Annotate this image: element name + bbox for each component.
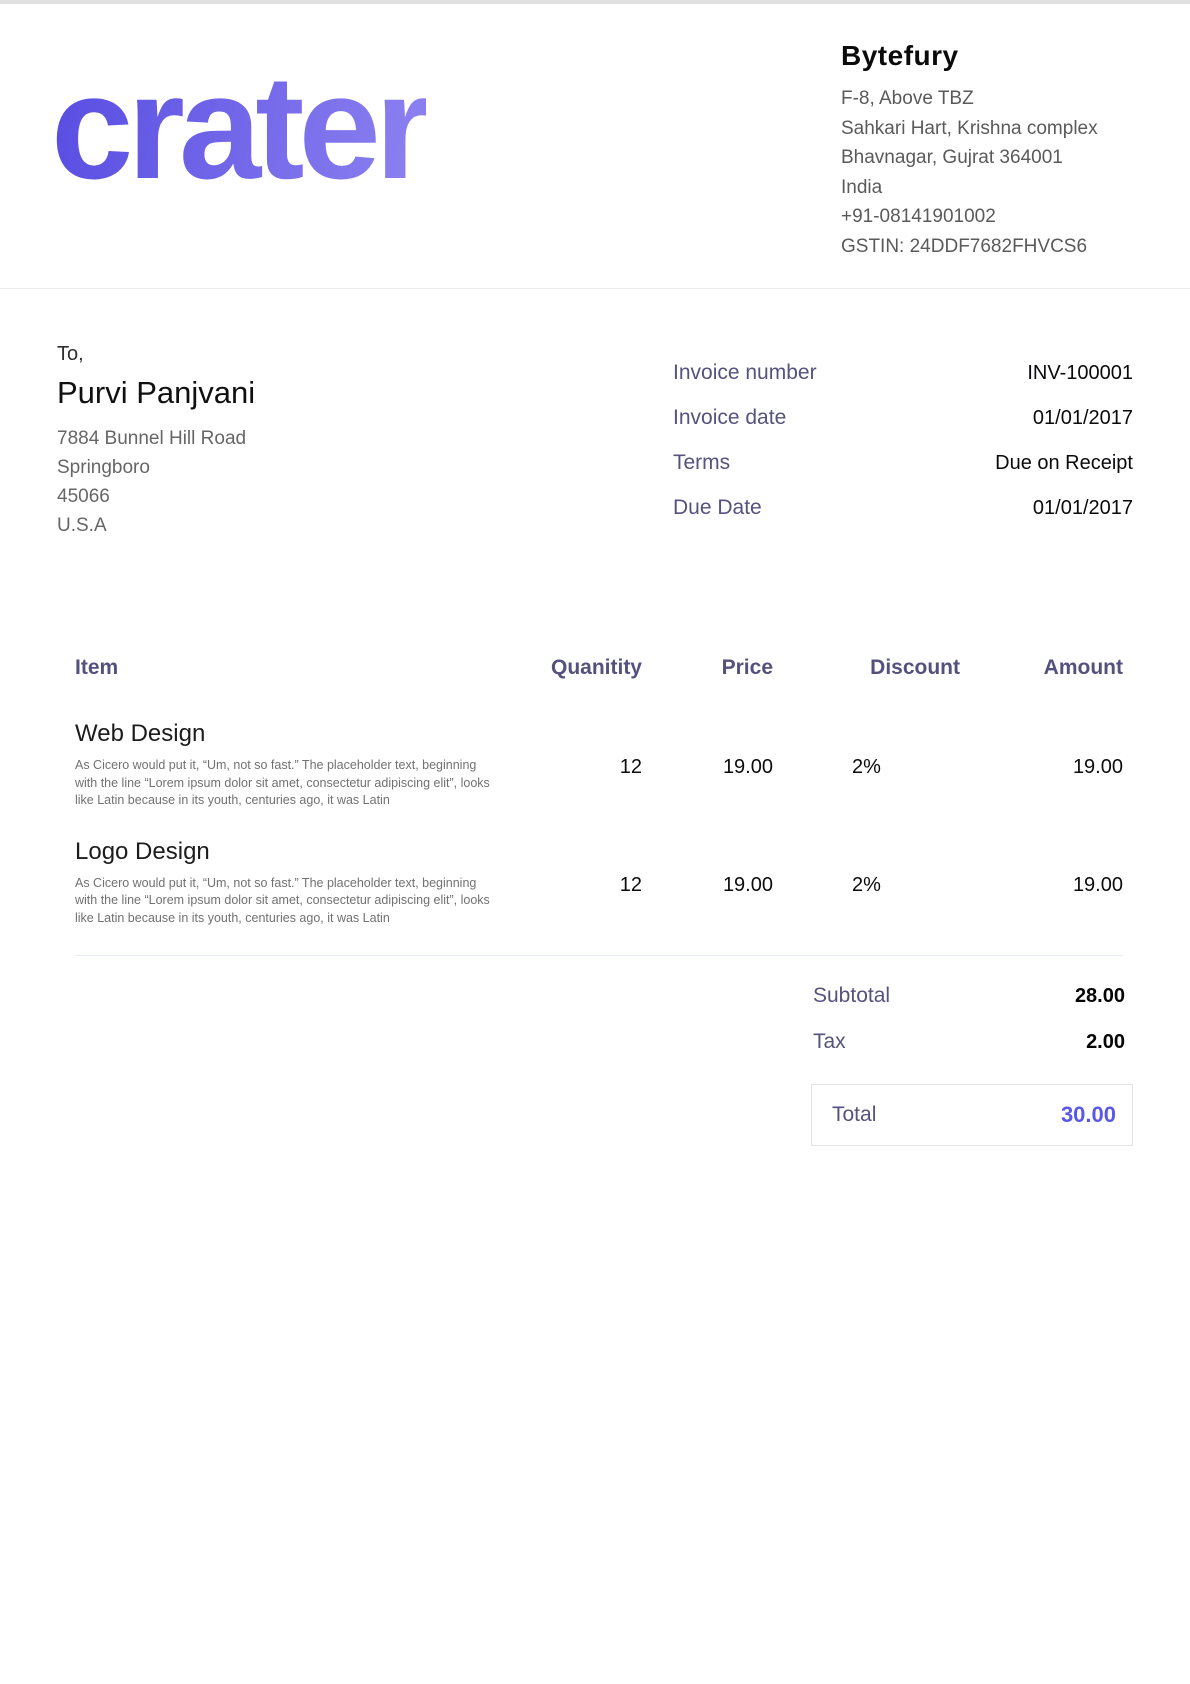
item-quantity: 12 [502, 720, 642, 810]
table-bottom-divider [75, 955, 1123, 956]
total-value: 30.00 [1061, 1102, 1116, 1128]
item-name: Logo Design [75, 838, 502, 866]
company-gstin: GSTIN: 24DDF7682FHVCS6 [841, 232, 1133, 262]
parties-section: To, Purvi Panjvani 7884 Bunnel Hill Road… [0, 289, 1190, 541]
due-date-value: 01/01/2017 [1033, 497, 1133, 520]
crater-logo-text: crater [51, 54, 426, 202]
subtotal-label: Subtotal [813, 984, 890, 1008]
items-table: Item Quanitity Price Discount Amount Web… [57, 656, 1133, 956]
item-discount: 2% [773, 838, 960, 928]
terms-label: Terms [673, 451, 730, 475]
invoice-date-label: Invoice date [673, 406, 786, 430]
due-date-label: Due Date [673, 496, 762, 520]
recipient-address-line: 7884 Bunnel Hill Road [57, 424, 255, 453]
invoice-date-value: 01/01/2017 [1033, 407, 1133, 430]
total-box: Total 30.00 [811, 1084, 1133, 1146]
subtotal-row: Subtotal 28.00 [813, 984, 1125, 1008]
item-name: Web Design [75, 720, 502, 748]
item-row: Logo Design As Cicero would put it, “Um,… [75, 838, 1123, 928]
column-header-price: Price [642, 656, 773, 680]
items-table-header: Item Quanitity Price Discount Amount [75, 656, 1123, 680]
item-description: As Cicero would put it, “Um, not so fast… [75, 875, 502, 928]
tax-row: Tax 2.00 [813, 1030, 1125, 1054]
item-amount: 19.00 [960, 720, 1123, 810]
recipient-name: Purvi Panjvani [57, 375, 255, 411]
invoice-header: crater Bytefury F-8, Above TBZ Sahkari H… [0, 4, 1190, 289]
tax-label: Tax [813, 1030, 846, 1054]
bill-to-block: To, Purvi Panjvani 7884 Bunnel Hill Road… [57, 343, 255, 541]
company-phone: +91-08141901002 [841, 202, 1133, 232]
invoice-number-row: Invoice number INV-100001 [673, 361, 1133, 385]
item-amount: 19.00 [960, 838, 1123, 928]
item-price: 19.00 [642, 838, 773, 928]
item-row: Web Design As Cicero would put it, “Um, … [75, 720, 1123, 810]
terms-value: Due on Receipt [995, 452, 1133, 475]
item-price: 19.00 [642, 720, 773, 810]
tax-value: 2.00 [1086, 1031, 1125, 1054]
totals-block: Subtotal 28.00 Tax 2.00 [813, 984, 1125, 1054]
invoice-meta-block: Invoice number INV-100001 Invoice date 0… [673, 361, 1133, 541]
recipient-address-line: 45066 [57, 482, 255, 511]
invoice-number-value: INV-100001 [1027, 362, 1133, 385]
item-cell: Logo Design As Cicero would put it, “Um,… [75, 838, 502, 928]
column-header-quantity: Quanitity [502, 656, 642, 680]
item-cell: Web Design As Cicero would put it, “Um, … [75, 720, 502, 810]
invoice-number-label: Invoice number [673, 361, 817, 385]
total-label: Total [832, 1103, 876, 1127]
subtotal-value: 28.00 [1075, 985, 1125, 1008]
bill-to-label: To, [57, 343, 255, 366]
item-discount: 2% [773, 720, 960, 810]
company-address-line: Sahkari Hart, Krishna complex [841, 114, 1133, 144]
company-address-line: India [841, 173, 1133, 203]
due-date-row: Due Date 01/01/2017 [673, 496, 1133, 520]
invoice-date-row: Invoice date 01/01/2017 [673, 406, 1133, 430]
terms-row: Terms Due on Receipt [673, 451, 1133, 475]
column-header-item: Item [75, 656, 502, 680]
column-header-amount: Amount [960, 656, 1123, 680]
company-name: Bytefury [841, 40, 1133, 72]
company-address-line: F-8, Above TBZ [841, 84, 1133, 114]
item-quantity: 12 [502, 838, 642, 928]
company-address-line: Bhavnagar, Gujrat 364001 [841, 143, 1133, 173]
crater-logo: crater [51, 40, 426, 202]
recipient-address-line: U.S.A [57, 511, 255, 540]
recipient-address-line: Springboro [57, 453, 255, 482]
item-description: As Cicero would put it, “Um, not so fast… [75, 757, 502, 810]
company-block: Bytefury F-8, Above TBZ Sahkari Hart, Kr… [841, 40, 1133, 261]
column-header-discount: Discount [773, 656, 960, 680]
